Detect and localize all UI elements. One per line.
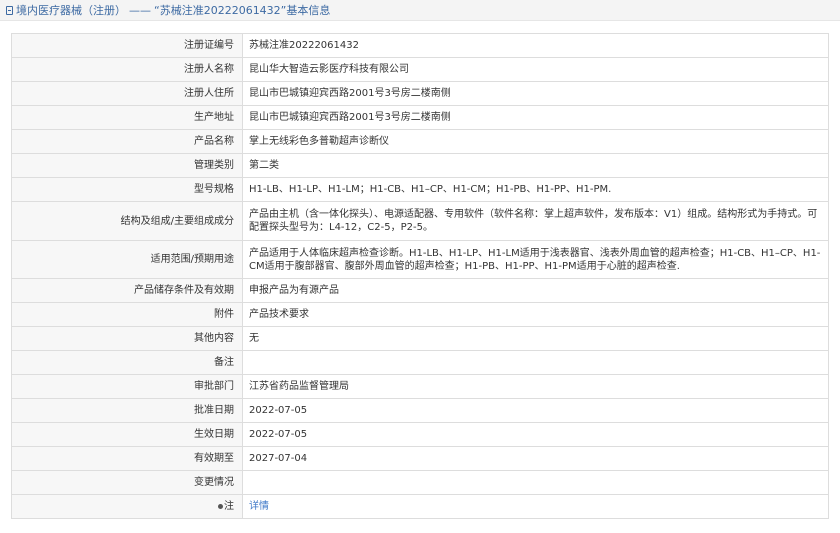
row-value-approval-department: 江苏省药品监督管理局: [242, 374, 829, 399]
row-value-note: 详情: [242, 494, 829, 519]
row-label-product-name: 产品名称: [11, 129, 243, 154]
row-value-model-spec: H1-LB、H1-LP、H1-LM；H1-CB、H1–CP、H1-CM；H1-P…: [242, 177, 829, 202]
row-label-other-content: 其他内容: [11, 326, 243, 351]
table-row: 附件 产品技术要求: [11, 302, 829, 327]
row-value-change-history: [242, 470, 829, 495]
row-value-other-content: 无: [242, 326, 829, 351]
table-row: 批准日期 2022-07-05: [11, 398, 829, 423]
row-label-model-spec: 型号规格: [11, 177, 243, 202]
row-label-management-category: 管理类别: [11, 153, 243, 178]
table-row: 生效日期 2022-07-05: [11, 422, 829, 447]
table-row: 注册人名称 昆山华大智造云影医疗科技有限公司: [11, 57, 829, 82]
note-label: 注: [224, 501, 234, 512]
row-label-registrant-name: 注册人名称: [11, 57, 243, 82]
table-row: 适用范围/预期用途 产品适用于人体临床超声检查诊断。H1-LB、H1-LP、H1…: [11, 240, 829, 279]
row-label-intended-use: 适用范围/预期用途: [11, 240, 243, 279]
table-row: 变更情况: [11, 470, 829, 495]
row-value-registrant-address: 昆山市巴城镇迎宾西路2001号3号房二楼南侧: [242, 81, 829, 106]
header-separator: ——: [129, 3, 151, 17]
row-value-effective-date: 2022-07-05: [242, 422, 829, 447]
row-value-structure-composition: 产品由主机（含一体化探头）、电源适配器、专用软件（软件名称：掌上超声软件，发布版…: [242, 201, 829, 241]
header-section: 境内医疗器械（注册）: [16, 4, 126, 17]
row-value-management-category: 第二类: [242, 153, 829, 178]
document-icon: [6, 5, 13, 15]
table-row: 注册证编号 苏械注准20222061432: [11, 33, 829, 58]
row-label-registration-number: 注册证编号: [11, 33, 243, 58]
row-value-storage-validity: 申报产品为有源产品: [242, 278, 829, 303]
row-label-change-history: 变更情况: [11, 470, 243, 495]
row-value-registrant-name: 昆山华大智造云影医疗科技有限公司: [242, 57, 829, 82]
row-value-remarks: [242, 350, 829, 375]
row-label-note: 注: [11, 494, 243, 519]
page-header: 境内医疗器械（注册） —— “苏械注准20222061432”基本信息: [0, 0, 840, 21]
info-table-wrapper: 注册证编号 苏械注准20222061432 注册人名称 昆山华大智造云影医疗科技…: [11, 33, 829, 519]
details-link[interactable]: 详情: [249, 501, 269, 512]
table-row: 备注: [11, 350, 829, 375]
row-label-production-address: 生产地址: [11, 105, 243, 130]
row-value-production-address: 昆山市巴城镇迎宾西路2001号3号房二楼南侧: [242, 105, 829, 130]
table-row: 型号规格 H1-LB、H1-LP、H1-LM；H1-CB、H1–CP、H1-CM…: [11, 177, 829, 202]
pin-icon: [218, 503, 223, 509]
info-table: 注册证编号 苏械注准20222061432 注册人名称 昆山华大智造云影医疗科技…: [11, 33, 829, 519]
row-label-approval-department: 审批部门: [11, 374, 243, 399]
table-row: 审批部门 江苏省药品监督管理局: [11, 374, 829, 399]
row-value-product-name: 掌上无线彩色多普勒超声诊断仪: [242, 129, 829, 154]
row-value-valid-until: 2027-07-04: [242, 446, 829, 471]
row-label-remarks: 备注: [11, 350, 243, 375]
table-row: 管理类别 第二类: [11, 153, 829, 178]
row-value-intended-use: 产品适用于人体临床超声检查诊断。H1-LB、H1-LP、H1-LM适用于浅表器官…: [242, 240, 829, 279]
header-title: “苏械注准20222061432”基本信息: [154, 4, 331, 17]
row-label-effective-date: 生效日期: [11, 422, 243, 447]
row-value-approval-date: 2022-07-05: [242, 398, 829, 423]
row-value-registration-number: 苏械注准20222061432: [242, 33, 829, 58]
table-row: 其他内容 无: [11, 326, 829, 351]
table-row: 注册人住所 昆山市巴城镇迎宾西路2001号3号房二楼南侧: [11, 81, 829, 106]
table-row: 注 详情: [11, 494, 829, 519]
row-label-approval-date: 批准日期: [11, 398, 243, 423]
table-row: 产品储存条件及有效期 申报产品为有源产品: [11, 278, 829, 303]
row-label-registrant-address: 注册人住所: [11, 81, 243, 106]
table-row: 产品名称 掌上无线彩色多普勒超声诊断仪: [11, 129, 829, 154]
table-row: 有效期至 2027-07-04: [11, 446, 829, 471]
row-label-valid-until: 有效期至: [11, 446, 243, 471]
table-row: 结构及组成/主要组成成分 产品由主机（含一体化探头）、电源适配器、专用软件（软件…: [11, 201, 829, 241]
row-label-structure-composition: 结构及组成/主要组成成分: [11, 201, 243, 241]
row-value-attachment: 产品技术要求: [242, 302, 829, 327]
row-label-attachment: 附件: [11, 302, 243, 327]
table-row: 生产地址 昆山市巴城镇迎宾西路2001号3号房二楼南侧: [11, 105, 829, 130]
row-label-storage-validity: 产品储存条件及有效期: [11, 278, 243, 303]
